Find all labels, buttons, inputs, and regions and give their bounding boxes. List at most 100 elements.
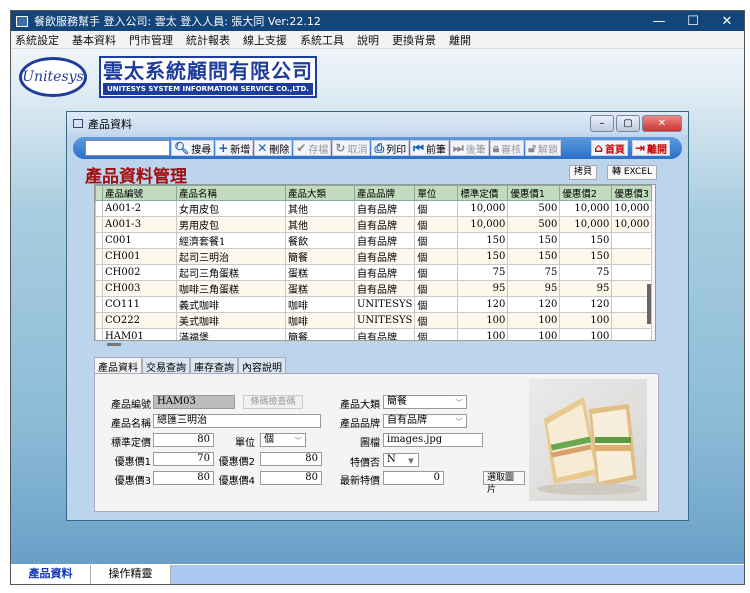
column-header[interactable]: 優惠價3 <box>611 185 653 201</box>
toolbar-prev-button[interactable]: ⏮ 前筆 <box>410 140 449 156</box>
column-header[interactable]: 產品編號 <box>102 185 177 201</box>
table-row[interactable]: CH002 起司三角蛋糕 蛋糕 自有品牌個 75 75 75 <box>95 264 653 281</box>
discount4-field[interactable]: 80 <box>260 471 322 485</box>
close-button[interactable]: ✕ <box>710 14 744 29</box>
toolbar-button-label: 解鎖 <box>537 144 558 156</box>
toolbar-undo-button[interactable]: ↻ 取消 <box>332 140 371 156</box>
brand-select[interactable]: 自有品牌 ﹀ <box>383 414 467 428</box>
child-maximize-button[interactable]: ▢ <box>616 115 640 132</box>
bottom-tab-wizard[interactable]: 操作精靈 <box>91 565 171 584</box>
column-header[interactable]: 單位 <box>414 185 459 201</box>
table-cell: 簡餐 <box>285 248 355 265</box>
menu-item[interactable]: 系統工具 <box>300 32 344 48</box>
bottom-tab-product[interactable]: 產品資料 <box>11 565 91 584</box>
menu-item[interactable]: 說明 <box>357 32 379 48</box>
table-row[interactable]: A001-2 女用皮包 其他 自有品牌個 10,000 500 10,000 10,000 <box>95 200 653 217</box>
table-cell: CH003 <box>102 280 177 297</box>
table-cell: 75 <box>559 264 613 281</box>
table-cell: CO222 <box>102 312 177 329</box>
menu-item[interactable]: 線上支援 <box>243 32 287 48</box>
menu-item[interactable]: 系統設定 <box>15 32 59 48</box>
column-header[interactable]: 優惠價1 <box>507 185 561 201</box>
table-cell: 100 <box>457 312 509 329</box>
name-field[interactable]: 總匯三明治 <box>153 414 321 428</box>
category-select[interactable]: 簡餐 ﹀ <box>383 395 467 409</box>
table-cell: 120 <box>457 296 509 313</box>
menu-item[interactable]: 統計報表 <box>186 32 230 48</box>
table-cell: 10,000 <box>611 200 653 217</box>
table-cell: 美式咖啡 <box>176 312 286 329</box>
export-excel-button[interactable]: 轉 EXCEL <box>607 165 658 180</box>
toolbar-check-button[interactable]: ✔ 存檔 <box>293 140 332 156</box>
column-header[interactable]: 產品大類 <box>285 185 355 201</box>
image-file-label: 圖檔 <box>360 438 380 449</box>
table-row[interactable]: CO111 義式咖啡 咖啡 UNITESYS 個 120 120 120 <box>95 296 653 313</box>
table-row[interactable]: HAM01 滿福堡 簡餐 自有品牌個 100 100 100 <box>95 328 653 340</box>
table-cell: 男用皮包 <box>176 216 286 233</box>
toolbar-plus-button[interactable]: + 新增 <box>215 140 254 156</box>
row-selector[interactable] <box>95 328 103 340</box>
table-row[interactable]: CH001 起司三明治 簡餐 自有品牌個 150 150 150 <box>95 248 653 265</box>
column-header[interactable]: 產品品牌 <box>353 185 416 201</box>
table-row[interactable]: C001 經濟套餐1 餐飲 自有品牌個 150 150 150 <box>95 232 653 249</box>
app-window: 餐飲服務幫手 登入公司: 雲太 登入人員: 張大同 Ver:22.12 — ☐ ✕ … <box>10 10 745 585</box>
unit-select[interactable]: 個 ﹀ <box>260 433 306 447</box>
minimize-button[interactable]: — <box>642 14 676 29</box>
menu-item[interactable]: 門市管理 <box>129 32 173 48</box>
home-icon: ⌂ <box>594 141 603 155</box>
toolbar-x-button[interactable]: ✕ 刪除 <box>254 140 293 156</box>
search-input[interactable] <box>85 140 170 156</box>
menu-item[interactable]: 更換背景 <box>392 32 436 48</box>
special-select[interactable]: N ▼ <box>383 453 419 467</box>
row-selector[interactable] <box>95 280 103 297</box>
toolbar-button-label: 新增 <box>230 144 251 156</box>
discount4-label: 優惠價4 <box>218 476 255 487</box>
discount3-field[interactable]: 80 <box>153 471 214 485</box>
row-selector[interactable] <box>95 312 103 329</box>
row-selector[interactable] <box>95 200 103 217</box>
table-cell: 自有品牌 <box>353 232 416 249</box>
row-selector[interactable] <box>95 264 103 281</box>
product-window-title: 產品資料 <box>88 117 132 131</box>
table-row[interactable]: CH003 咖啡三角蛋糕 蛋糕 自有品牌個 95 95 95 <box>95 280 653 297</box>
toolbar-button-label: 取消 <box>347 144 368 156</box>
menu-item[interactable]: 離開 <box>449 32 471 48</box>
discount1-field[interactable]: 70 <box>153 452 214 466</box>
column-header[interactable]: 標準定價 <box>457 185 509 201</box>
toolbar-lock-button[interactable]: 🔒︎ 審核 <box>489 140 525 156</box>
app-icon <box>16 15 28 27</box>
table-row[interactable]: A001-3 男用皮包 其他 自有品牌個 10,000 500 10,000 10,000 <box>95 216 653 233</box>
horizontal-scrollbar[interactable] <box>107 343 121 346</box>
child-minimize-button[interactable]: – <box>590 115 614 132</box>
copy-button[interactable]: 拷貝 <box>569 165 598 180</box>
row-selector[interactable] <box>95 216 103 233</box>
row-selector[interactable] <box>95 232 103 249</box>
table-cell: 起司三明治 <box>176 248 286 265</box>
row-selector[interactable] <box>95 296 103 313</box>
maximize-button[interactable]: ☐ <box>676 14 710 29</box>
price-field[interactable]: 80 <box>153 433 214 447</box>
latest-special-field[interactable]: 0 <box>383 471 444 485</box>
table-cell: 100 <box>559 312 613 329</box>
toolbar-unlock-button[interactable]: 🔓︎ 解鎖 <box>525 140 561 156</box>
product-window: 產品資料 – ▢ ✕ 🔍︎ 搜尋 + 新增 ✕ 刪除 ✔ 存檔 ↻ 取消 ⎙ 列印 ⏮ 前筆 ⏭ 後筆 🔒︎ 審核 🔓︎… <box>66 111 689 521</box>
table-cell: 個 <box>414 248 459 265</box>
home-button[interactable]: ⌂ 首頁 <box>591 140 628 156</box>
column-header[interactable]: 產品名稱 <box>176 185 286 201</box>
toolbar-search-button[interactable]: 🔍︎ 搜尋 <box>171 140 215 156</box>
toolbar-next-button[interactable]: ⏭ 後筆 <box>449 140 489 156</box>
pick-image-button[interactable]: 選取圖片 <box>483 471 525 495</box>
child-close-button[interactable]: ✕ <box>642 115 682 132</box>
code-field[interactable]: HAM03 <box>153 395 235 409</box>
row-selector[interactable] <box>95 248 103 265</box>
image-file-field[interactable]: images.jpg <box>383 433 483 447</box>
toolbar-printer-button[interactable]: ⎙ 列印 <box>371 140 410 156</box>
discount2-field[interactable]: 80 <box>260 452 322 466</box>
menu-item[interactable]: 基本資料 <box>72 32 116 48</box>
barcode-check-button[interactable]: 條碼檢查碼 <box>243 395 303 409</box>
table-row[interactable]: CO222 美式咖啡 咖啡 UNITESYS 個 100 100 100 <box>95 312 653 329</box>
exit-button[interactable]: ⇥ 離開 <box>631 140 670 156</box>
special-value: N <box>387 454 396 465</box>
column-header[interactable]: 優惠價2 <box>559 185 613 201</box>
vertical-scrollbar[interactable] <box>647 284 651 324</box>
